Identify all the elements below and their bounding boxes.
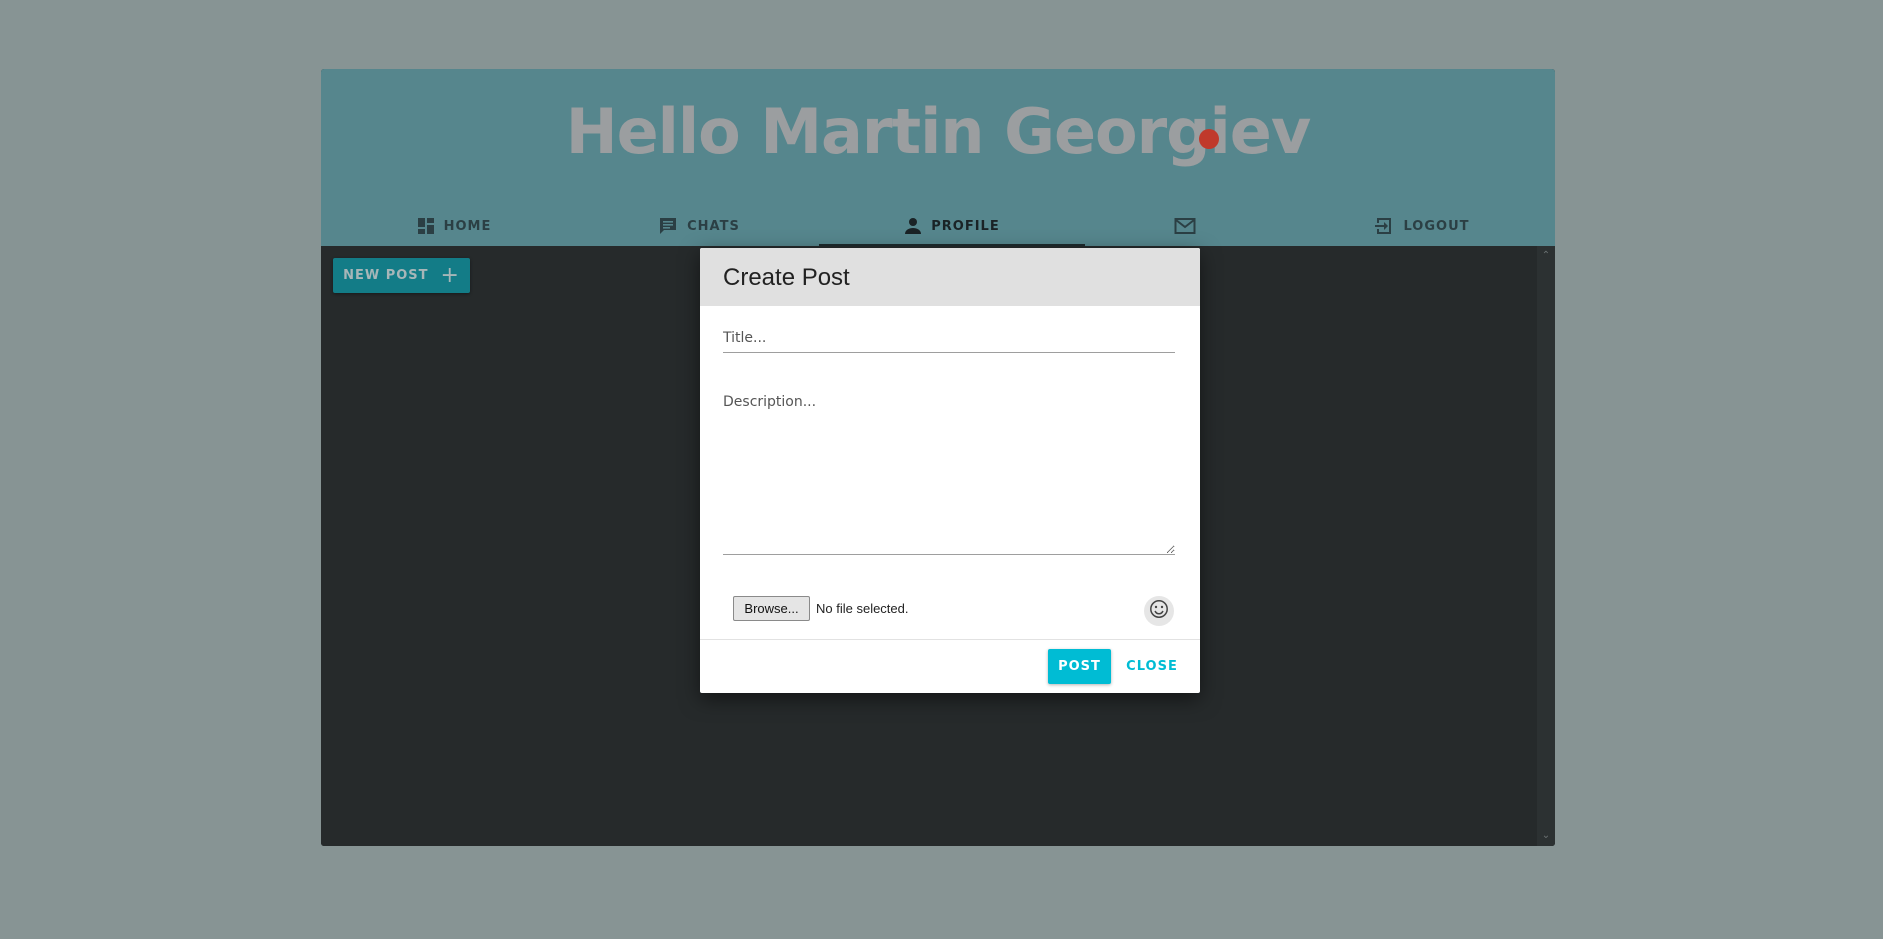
notification-badge [1199,129,1219,149]
greeting-title: Hello Martin Georgiev [565,95,1312,168]
dialog-header: Create Post [700,248,1200,306]
tab-home[interactable]: HOME [321,206,587,246]
create-post-dialog: Create Post Browse... No file selected. … [700,248,1200,693]
chat-icon [658,216,678,236]
tab-chats[interactable]: CHATS [566,206,832,246]
person-icon [904,217,922,235]
mail-icon [1174,217,1196,235]
new-post-label: NEW POST [343,268,429,283]
logout-icon [1374,216,1394,236]
smiley-icon [1149,599,1169,623]
tab-profile[interactable]: PROFILE [819,206,1085,246]
tab-logout-label: LOGOUT [1403,218,1470,234]
description-textarea[interactable] [723,394,1175,555]
tab-profile-label: PROFILE [931,218,1000,234]
main-nav: HOME CHATS PROFILE LOGOUT [321,206,1555,246]
tab-home-label: HOME [443,218,492,234]
chevron-down-icon[interactable]: ⌄ [1541,831,1551,841]
dialog-divider [700,639,1200,640]
dialog-title: Create Post [723,264,850,291]
title-input[interactable] [723,324,1175,353]
browse-button[interactable]: Browse... [733,596,810,621]
tab-messages[interactable] [1052,206,1318,246]
vertical-scrollbar[interactable]: ⌃ ⌄ [1537,246,1555,846]
file-status: No file selected. [816,601,909,616]
dashboard-icon [417,217,435,235]
post-button[interactable]: POST [1048,649,1111,684]
new-post-button[interactable]: NEW POST + [333,258,470,293]
file-picker: Browse... No file selected. [733,596,909,621]
tab-chats-label: CHATS [687,218,740,234]
tab-logout[interactable]: LOGOUT [1289,206,1555,246]
emoji-button[interactable] [1144,596,1174,626]
header: Hello Martin Georgiev HOME CHATS PROFILE [321,69,1555,246]
chevron-up-icon[interactable]: ⌃ [1541,251,1551,261]
close-button[interactable]: CLOSE [1122,649,1182,684]
plus-icon: + [440,262,460,288]
